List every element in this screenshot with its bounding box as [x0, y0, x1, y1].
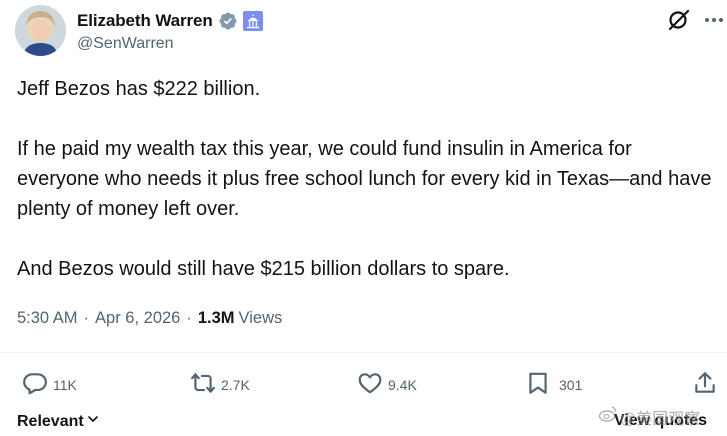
tweet-actions: 11K 2.7K 9.4K 301	[0, 368, 727, 402]
tweet-time[interactable]: 5:30 AM	[17, 309, 78, 328]
watermark-text: @美国观察	[620, 410, 701, 428]
views-count: 1.3M	[197, 308, 235, 327]
tweet-header: Elizabeth Warren @SenWarren	[15, 5, 723, 61]
weibo-logo-icon	[598, 404, 620, 429]
tweet-date[interactable]: Apr 6, 2026	[95, 309, 180, 328]
grok-icon[interactable]	[666, 7, 692, 33]
tweet-paragraph: Jeff Bezos has $222 billion.	[17, 78, 261, 100]
reply-button[interactable]: 11K	[22, 368, 77, 402]
repost-icon	[190, 370, 216, 401]
share-icon	[692, 370, 718, 401]
views-label: Views	[238, 308, 283, 327]
bookmark-icon	[525, 370, 551, 401]
tweet-paragraph: And Bezos would still have $215 billion …	[17, 258, 510, 280]
chevron-down-icon	[84, 412, 100, 431]
bookmark-button[interactable]: 301	[525, 368, 582, 402]
like-count: 9.4K	[388, 377, 417, 393]
like-icon	[357, 370, 383, 401]
repost-button[interactable]: 2.7K	[190, 368, 250, 402]
like-button[interactable]: 9.4K	[357, 368, 417, 402]
sort-dropdown[interactable]: Relevant	[17, 412, 100, 431]
tweet-meta: 5:30 AM · Apr 6, 2026 · 1.3M Views	[17, 305, 282, 331]
government-badge-icon	[242, 11, 263, 31]
reply-count: 11K	[53, 377, 77, 393]
author-name-row: Elizabeth Warren	[77, 9, 263, 33]
sort-label: Relevant	[17, 412, 84, 430]
repost-count: 2.7K	[221, 377, 250, 393]
avatar[interactable]	[15, 5, 66, 56]
share-button[interactable]	[692, 368, 718, 402]
separator-dot: ·	[83, 308, 90, 327]
tweet-text: Jeff Bezos has $222 billion. If he paid …	[17, 74, 717, 284]
author-handle[interactable]: @SenWarren	[77, 35, 174, 53]
tweet-paragraph: If he paid my wealth tax this year, we c…	[17, 138, 712, 220]
verified-badge-icon[interactable]	[218, 11, 238, 31]
more-icon[interactable]	[702, 11, 726, 29]
reply-icon	[22, 370, 48, 401]
separator-dot: ·	[186, 308, 192, 327]
display-name[interactable]: Elizabeth Warren	[77, 11, 213, 31]
bookmark-count: 301	[559, 377, 583, 393]
watermark: @美国观察	[598, 404, 700, 429]
divider	[0, 352, 727, 353]
